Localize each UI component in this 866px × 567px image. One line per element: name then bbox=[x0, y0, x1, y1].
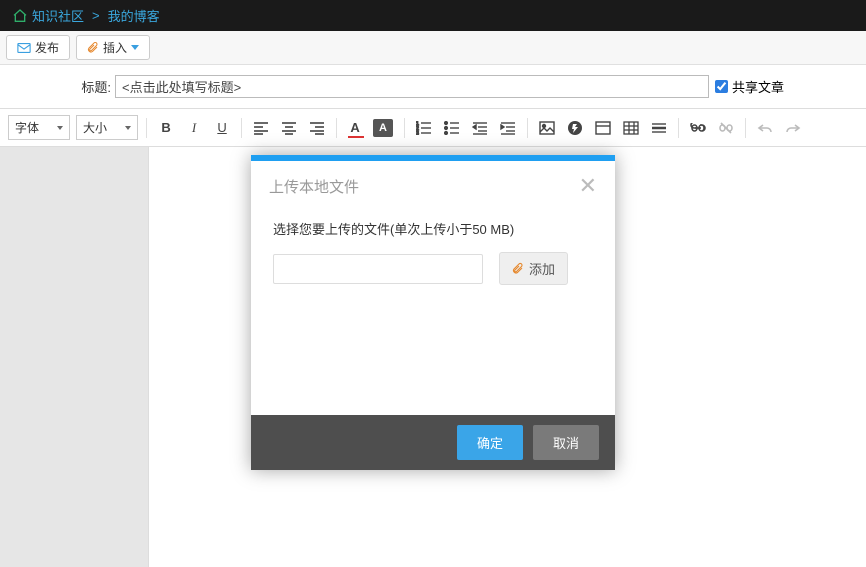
modal-overlay: 上传本地文件 ✕ 选择您要上传的文件(单次上传小于50 MB) 添加 确定 取消 bbox=[0, 0, 866, 530]
file-path-input[interactable] bbox=[273, 254, 483, 284]
close-icon[interactable]: ✕ bbox=[579, 175, 597, 197]
modal-body: 选择您要上传的文件(单次上传小于50 MB) 添加 bbox=[251, 211, 615, 415]
modal-footer: 确定 取消 bbox=[251, 415, 615, 470]
clip-icon bbox=[512, 262, 524, 276]
upload-modal: 上传本地文件 ✕ 选择您要上传的文件(单次上传小于50 MB) 添加 确定 取消 bbox=[251, 155, 615, 470]
modal-title: 上传本地文件 bbox=[269, 176, 359, 197]
ok-button[interactable]: 确定 bbox=[457, 425, 523, 460]
add-file-label: 添加 bbox=[529, 259, 555, 278]
cancel-button[interactable]: 取消 bbox=[533, 425, 599, 460]
modal-header: 上传本地文件 ✕ bbox=[251, 161, 615, 211]
add-file-button[interactable]: 添加 bbox=[499, 252, 568, 285]
modal-instruction: 选择您要上传的文件(单次上传小于50 MB) bbox=[273, 219, 593, 238]
